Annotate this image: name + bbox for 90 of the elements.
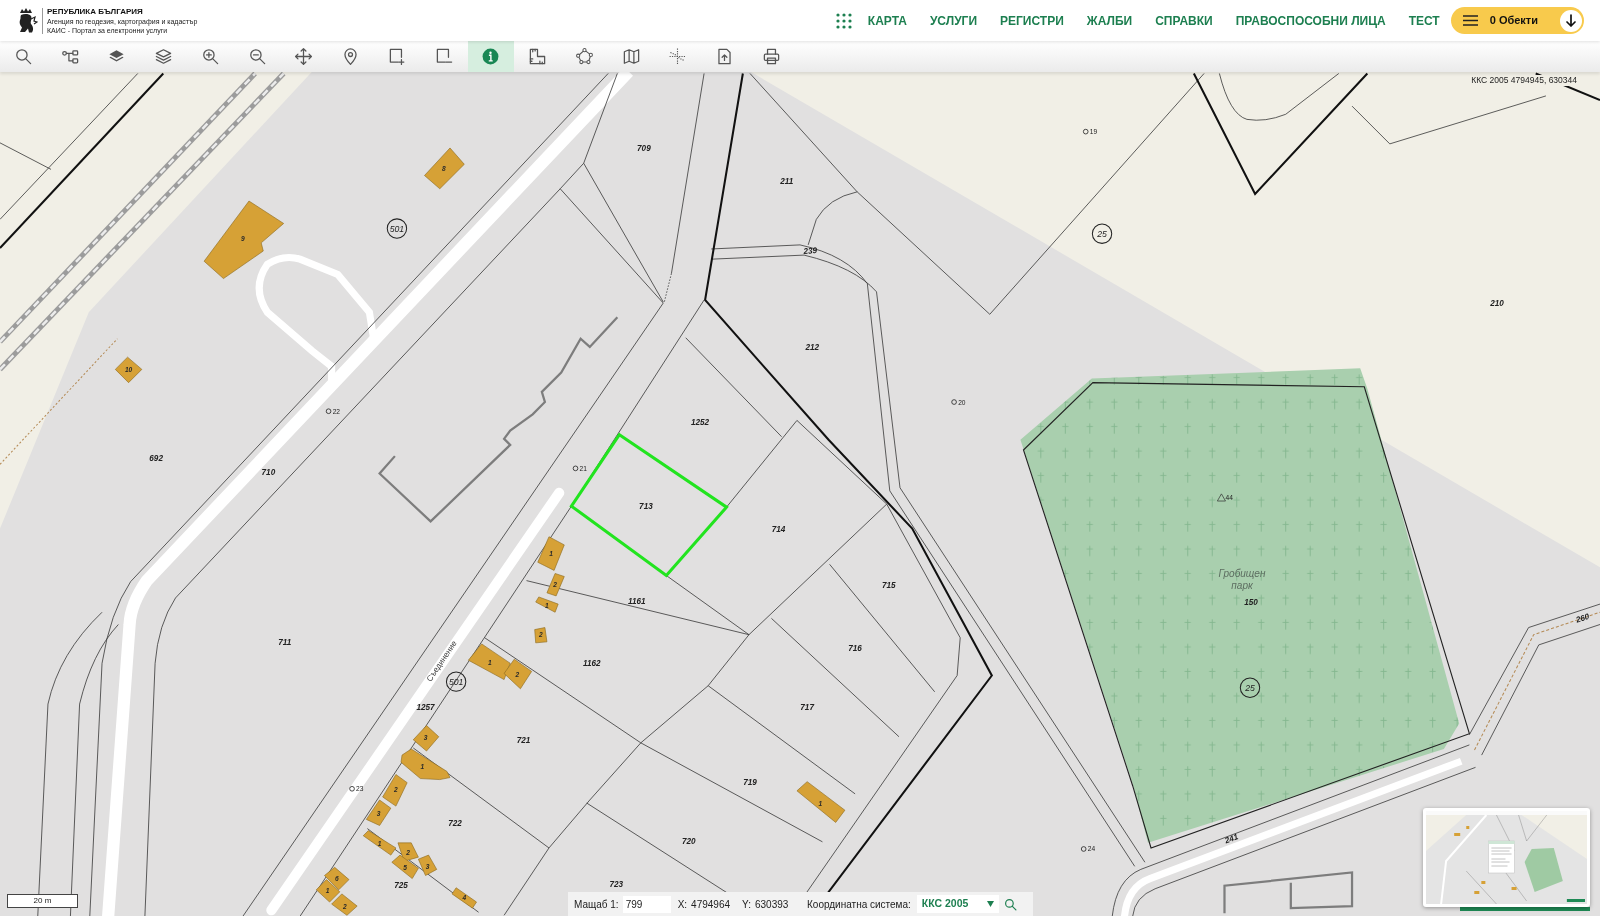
search-icon (1004, 897, 1018, 911)
printer-icon (761, 47, 781, 66)
x-label: X: (677, 897, 688, 912)
building (418, 854, 438, 876)
building (391, 854, 419, 879)
survey-point-icon (1082, 128, 1089, 135)
x-coordinate-value: 4794964 (691, 897, 732, 912)
building (534, 627, 548, 644)
objects-button[interactable]: 0 Обекти (1450, 7, 1584, 34)
triangulation-point-icon (1217, 493, 1226, 502)
parcel-number: 1162 (583, 658, 601, 668)
parcel-number: 720 (681, 837, 696, 847)
ruler-icon (528, 47, 548, 66)
survey-point-icon (951, 399, 957, 405)
survey-point-icon (572, 465, 579, 472)
scale-bar: 20 m (7, 894, 78, 908)
parcel-number: 715 (881, 581, 896, 591)
survey-point-icon (349, 786, 355, 792)
parcel-number: 713 (639, 501, 653, 511)
zoom-in-icon (200, 47, 220, 66)
parcel-number: 711 (278, 638, 292, 648)
building (796, 781, 846, 823)
parcel-number: 722 (448, 818, 462, 828)
y-coordinate-value: 630393 (755, 897, 790, 912)
building (331, 893, 358, 916)
building (115, 356, 143, 383)
parcel-number: 721 (516, 736, 531, 746)
region-number-marker: 501 (386, 218, 408, 239)
apps-grid-icon (835, 12, 852, 29)
parcel-number: 150 (1244, 597, 1258, 607)
info-icon (481, 47, 501, 66)
square-plus-icon (387, 47, 407, 66)
parcel-number: 717 (800, 702, 814, 712)
building (546, 573, 565, 597)
parcel-number: 719 (743, 778, 757, 788)
apps-button[interactable] (835, 12, 852, 29)
parcel-number: 239 (803, 245, 818, 257)
nav-link[interactable]: ПРАВОСПОСОБНИ ЛИЦА (1235, 11, 1386, 30)
region-number-marker: 25 (1091, 223, 1113, 244)
parcel-number: 211 (780, 177, 794, 187)
nav-link[interactable]: КАРТА (867, 11, 907, 30)
y-label: Y: (742, 897, 751, 912)
parcel-number: 692 (149, 453, 163, 463)
search-icon (13, 47, 33, 66)
logo-title: РЕПУБЛИКА БЪЛГАРИЯ (47, 6, 144, 17)
parcel-number: 1161 (627, 596, 646, 606)
parcel-number: 710 (261, 467, 276, 477)
zoom-out-icon (247, 47, 267, 66)
nav-link[interactable]: ЖАЛБИ (1086, 11, 1133, 30)
parcel-number: 1257 (416, 702, 435, 712)
building (366, 799, 392, 826)
move-arrows-icon (294, 47, 314, 66)
area-name: Гробищен парк (1217, 568, 1267, 592)
coordinate-readout: ККС 2005 4794945, 630344 (1469, 75, 1579, 86)
building (316, 879, 341, 903)
parcel-number: 1252 (690, 417, 710, 427)
scale-input[interactable]: 799 (622, 895, 671, 913)
caret-down-icon (986, 901, 994, 907)
info-button[interactable] (467, 41, 515, 72)
building (324, 867, 350, 891)
region-number-marker: 25 (1239, 677, 1261, 698)
nav-link[interactable]: СПРАВКИ (1155, 11, 1213, 30)
building (424, 147, 465, 190)
parcel-number: 714 (771, 525, 786, 535)
parcel-number: 212 (805, 343, 820, 353)
node-link-icon (60, 47, 80, 66)
parcel-number: 210 (1490, 298, 1504, 308)
layers-outline-icon (154, 47, 174, 66)
parcel-number: 725 (394, 881, 408, 891)
folded-map-icon (621, 47, 641, 66)
polygon-icon (574, 47, 594, 66)
parcel-number: 241 (1223, 832, 1240, 846)
crs-dropdown[interactable]: ККС 2005 (916, 895, 999, 913)
survey-point-icon (1080, 846, 1087, 852)
nav-link[interactable]: УСЛУГИ (929, 11, 978, 30)
parcel-number: 723 (609, 880, 624, 890)
scale-label: Мащаб 1: (574, 897, 619, 912)
building (537, 536, 565, 571)
nav-link[interactable]: ТЕСТ (1408, 11, 1440, 30)
building (535, 596, 559, 613)
parcel-number: 709 (637, 144, 651, 154)
crs-label: Координатна система: (807, 897, 911, 912)
square-minus-icon (434, 47, 454, 66)
parcel-number: 716 (848, 644, 862, 654)
survey-point-icon (325, 408, 332, 414)
menu-icon (1462, 15, 1478, 26)
nav-link[interactable]: РЕГИСТРИ (1000, 11, 1064, 30)
parcel-number: 260 (1574, 612, 1591, 625)
building (451, 887, 477, 909)
region-number-marker: 501 (445, 671, 467, 692)
